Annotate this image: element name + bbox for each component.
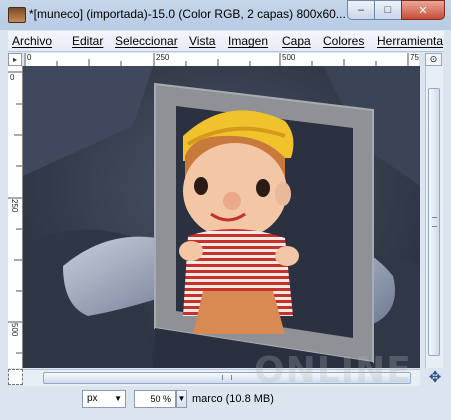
top-ruler[interactable]: 0 250 500 750: [24, 53, 419, 67]
chevron-down-icon: ▼: [114, 394, 122, 403]
ruler-label: 250: [156, 53, 170, 62]
watermark: ONLINE: [254, 350, 412, 391]
menu-herramientas[interactable]: Herramienta: [377, 34, 443, 48]
status-bar: px ▼ 50 % ▼ marco (10.8 MB): [8, 386, 444, 412]
title-bar: *[muneco] (importada)-15.0 (Color RGB, 2…: [0, 0, 451, 30]
vertical-scroll-thumb[interactable]: [428, 88, 440, 356]
menu-seleccionar[interactable]: Seleccionar: [115, 34, 178, 48]
grip-icon: [222, 375, 232, 380]
ruler-label: 500: [10, 323, 19, 337]
zoom-toggle-icon[interactable]: ⊙: [425, 53, 442, 66]
zoom-dropdown-button[interactable]: ▼: [176, 390, 187, 408]
quickmask-ruler-corner[interactable]: ▸: [8, 53, 22, 66]
close-button[interactable]: ✕: [401, 0, 445, 20]
unit-value: px: [87, 393, 98, 404]
menu-colores[interactable]: Colores: [323, 34, 364, 48]
menu-imagen[interactable]: Imagen: [228, 34, 268, 48]
unit-select[interactable]: px ▼: [82, 390, 126, 408]
menu-capa[interactable]: Capa: [282, 34, 311, 48]
ruler-label: 0: [27, 53, 32, 62]
status-info: marco (10.8 MB): [192, 393, 274, 405]
menu-archivo[interactable]: Archivo: [12, 34, 52, 48]
doll-photo: [23, 66, 420, 368]
gimp-image-icon: [8, 7, 26, 23]
menu-editar[interactable]: Editar: [72, 34, 103, 48]
window-title: *[muneco] (importada)-15.0 (Color RGB, 2…: [29, 7, 346, 21]
menu-bar: Archivo Editar Seleccionar Vista Imagen …: [8, 31, 444, 52]
navigate-icon[interactable]: ✥: [427, 369, 443, 386]
menu-vista[interactable]: Vista: [189, 34, 215, 48]
ruler-label: 500: [282, 53, 296, 62]
window-controls: – □ ✕: [347, 0, 445, 20]
maximize-button[interactable]: □: [374, 0, 402, 20]
image-window: *[muneco] (importada)-15.0 (Color RGB, 2…: [0, 0, 451, 420]
ruler-label: 250: [10, 199, 19, 213]
left-ruler[interactable]: 0 250 500: [8, 66, 23, 368]
image-canvas[interactable]: [23, 66, 420, 368]
quickmask-icon[interactable]: [8, 369, 23, 385]
minimize-button[interactable]: –: [347, 0, 375, 20]
zoom-input[interactable]: 50 %: [134, 390, 176, 408]
grip-icon: [432, 217, 437, 227]
ruler-label: 0: [10, 73, 15, 82]
vertical-scrollbar[interactable]: [425, 66, 443, 368]
ruler-label: 750: [410, 53, 419, 62]
top-ruler-ticks: [24, 53, 409, 66]
